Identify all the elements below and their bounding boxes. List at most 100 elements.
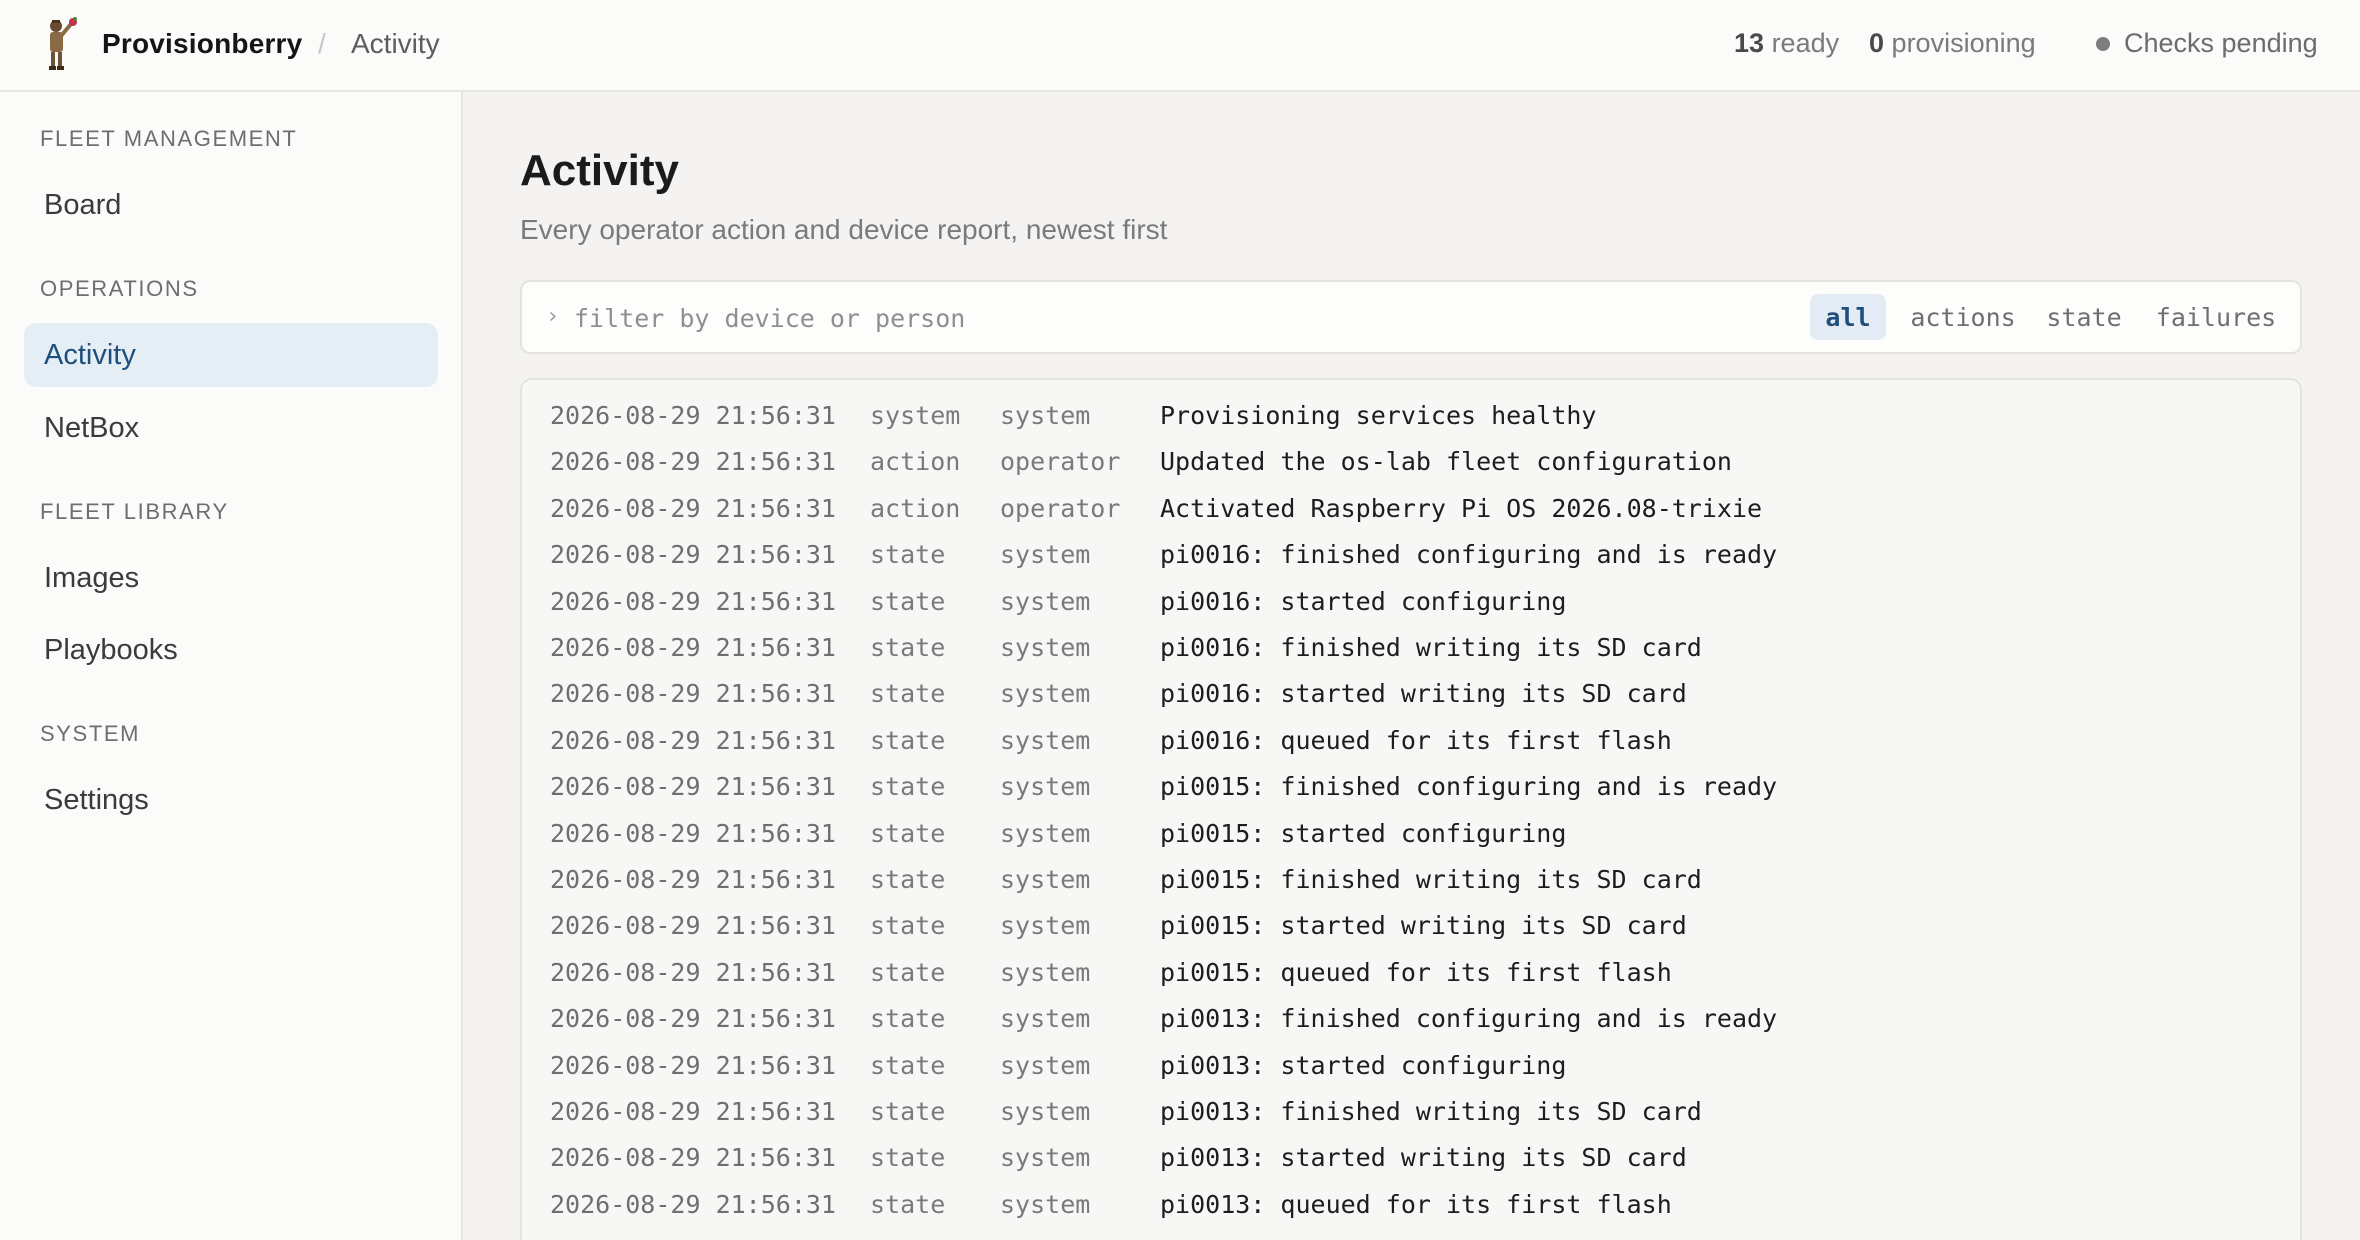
log-row[interactable]: 2026-08-29 21:56:31 system system Provision…: [522, 391, 2300, 437]
log-timestamp: 2026-08-29 21:56:31: [550, 1143, 836, 1173]
sidebar-item-images[interactable]: Images: [24, 546, 438, 610]
activity-log[interactable]: 2026-08-29 21:56:31 system system Provision…: [520, 378, 2302, 1240]
section-operations: OPERATIONS: [40, 276, 199, 301]
log-actor: system: [1000, 540, 1091, 570]
log-kind: state: [870, 633, 946, 662]
log-message: pi0015: queued for its first flash: [1160, 957, 1672, 987]
section-system: SYSTEM: [40, 721, 141, 746]
log-kind: state: [870, 540, 946, 570]
log-row[interactable]: 2026-08-29 21:56:31 state system pi0013: fi…: [522, 994, 2300, 1040]
log-message: pi0016: finished configuring and is read…: [1160, 540, 1778, 570]
log-actor: system: [1000, 911, 1091, 941]
log-actor: system: [1000, 633, 1091, 662]
sidebar-item-settings[interactable]: Settings: [24, 768, 438, 832]
log-message: pi0015: started configuring: [1160, 818, 1567, 848]
breadcrumb-separator: /: [318, 28, 326, 59]
log-actor: operator: [1000, 493, 1121, 523]
log-timestamp: 2026-08-29 21:56:31: [550, 447, 836, 477]
sidebar-item-netbox[interactable]: NetBox: [24, 396, 438, 460]
sidebar-item-board[interactable]: Board: [24, 173, 438, 237]
log-kind: system: [870, 401, 961, 430]
ready-count: 13: [1734, 28, 1765, 58]
sidebar: FLEET MANAGEMENT Board OPERATIONS Activi…: [0, 92, 463, 1240]
log-row[interactable]: 2026-08-29 21:56:31 state system pi0015: fi…: [522, 855, 2300, 901]
log-kind: state: [870, 957, 946, 987]
log-row[interactable]: 2026-08-29 21:56:31 state system pi0015: qu…: [522, 948, 2300, 994]
log-actor: system: [1000, 865, 1091, 894]
log-message: pi0015: started writing its SD card: [1160, 911, 1687, 941]
log-row[interactable]: 2026-08-29 21:56:31 state system pi0015: st…: [522, 901, 2300, 947]
log-timestamp: 2026-08-29 21:56:31: [550, 818, 836, 848]
log-message: Updated the os-lab fleet configuration: [1160, 447, 1732, 477]
log-timestamp: 2026-08-29 21:56:31: [550, 401, 836, 430]
log-row[interactable]: 2026-08-29 21:56:31 action operator Updated…: [522, 437, 2300, 483]
log-message: pi0013: queued for its first flash: [1160, 1189, 1672, 1219]
log-actor: system: [1000, 679, 1091, 709]
log-kind: state: [870, 586, 946, 616]
log-message: Activated Raspberry Pi OS 2026.08-trixie: [1160, 493, 1763, 523]
top-bar: Provisionberry / Activity 13 ready 0 pro…: [0, 0, 2360, 92]
filter-chip-actions[interactable]: actions: [1900, 294, 2026, 340]
filter-chip-state[interactable]: state: [2038, 294, 2130, 340]
log-actor: operator: [1000, 447, 1121, 477]
log-row[interactable]: 2026-08-29 21:56:31 state system pi0013: qu…: [522, 1180, 2300, 1226]
checks-status[interactable]: Checks pending: [2096, 28, 2318, 59]
log-kind: state: [870, 1189, 946, 1219]
log-message: pi0015: finished configuring and is read…: [1160, 772, 1778, 802]
log-actor: system: [1000, 1004, 1091, 1034]
log-kind: state: [870, 772, 946, 802]
log-row[interactable]: 2026-08-29 21:56:31 state system pi0013: st…: [522, 1133, 2300, 1179]
log-actor: system: [1000, 586, 1091, 616]
raspberry-mascot-icon[interactable]: [40, 16, 80, 72]
log-row[interactable]: 2026-08-29 21:56:31 action operator Activat…: [522, 484, 2300, 530]
log-row[interactable]: 2026-08-29 21:56:31 state system pi0016: fi…: [522, 530, 2300, 576]
filter-input[interactable]: [574, 296, 1334, 340]
provisioning-label: provisioning: [1891, 28, 2036, 58]
log-row[interactable]: 2026-08-29 21:56:31 state system pi0016: st…: [522, 669, 2300, 715]
section-fleet-management: FLEET MANAGEMENT: [40, 126, 298, 151]
log-timestamp: 2026-08-29 21:56:31: [550, 1050, 836, 1080]
log-message: pi0013: finished writing its SD card: [1160, 1097, 1702, 1126]
page-title: Activity: [520, 146, 679, 195]
log-kind: action: [870, 493, 961, 523]
log-actor: system: [1000, 725, 1091, 755]
log-actor: system: [1000, 1143, 1091, 1173]
filter-chip-all[interactable]: all: [1810, 294, 1886, 340]
log-row[interactable]: 2026-08-29 21:56:31 state system pi0013: fi…: [522, 1087, 2300, 1133]
provisioning-stat: 0 provisioning: [1869, 28, 2036, 59]
sidebar-item-activity[interactable]: Activity: [24, 323, 438, 387]
log-kind: state: [870, 1097, 946, 1126]
sidebar-item-playbooks[interactable]: Playbooks: [24, 618, 438, 682]
log-kind: state: [870, 911, 946, 941]
log-kind: state: [870, 679, 946, 709]
log-actor: system: [1000, 772, 1091, 802]
log-timestamp: 2026-08-29 21:56:31: [550, 633, 836, 662]
filter-chip-failures[interactable]: failures: [2146, 294, 2286, 340]
log-timestamp: 2026-08-29 21:56:31: [550, 540, 836, 570]
provisioning-count: 0: [1869, 28, 1885, 58]
log-kind: state: [870, 1004, 946, 1034]
log-message: Provisioning services healthy: [1160, 401, 1597, 430]
log-timestamp: 2026-08-29 21:56:31: [550, 865, 836, 894]
log-actor: system: [1000, 1097, 1091, 1126]
page-subtitle: Every operator action and device report,…: [520, 214, 1168, 245]
log-row[interactable]: 2026-08-29 21:56:31 state system pi0013: st…: [522, 1041, 2300, 1087]
log-message: pi0016: queued for its first flash: [1160, 725, 1672, 755]
log-timestamp: 2026-08-29 21:56:31: [550, 957, 836, 987]
log-message: pi0013: started writing its SD card: [1160, 1143, 1687, 1173]
log-row[interactable]: 2026-08-29 21:56:31 state system pi0016: fi…: [522, 623, 2300, 669]
log-row[interactable]: 2026-08-29 21:56:31 state system pi0015: fi…: [522, 762, 2300, 808]
log-message: pi0013: finished configuring and is read…: [1160, 1004, 1778, 1034]
log-message: pi0016: started writing its SD card: [1160, 679, 1687, 709]
log-row[interactable]: 2026-08-29 21:56:31 state system pi0015: st…: [522, 809, 2300, 855]
log-row[interactable]: 2026-08-29 21:56:31 state system pi0016: st…: [522, 577, 2300, 623]
log-kind: state: [870, 818, 946, 848]
brand-name[interactable]: Provisionberry: [102, 28, 302, 60]
log-message: pi0013: started configuring: [1160, 1050, 1567, 1080]
ready-label: ready: [1771, 28, 1840, 58]
log-timestamp: 2026-08-29 21:56:31: [550, 725, 836, 755]
log-row[interactable]: 2026-08-29 21:56:31 state system pi0016: qu…: [522, 716, 2300, 762]
ready-stat: 13 ready: [1734, 28, 1839, 59]
checks-label: Checks pending: [2124, 28, 2318, 58]
log-message: pi0016: started configuring: [1160, 586, 1567, 616]
